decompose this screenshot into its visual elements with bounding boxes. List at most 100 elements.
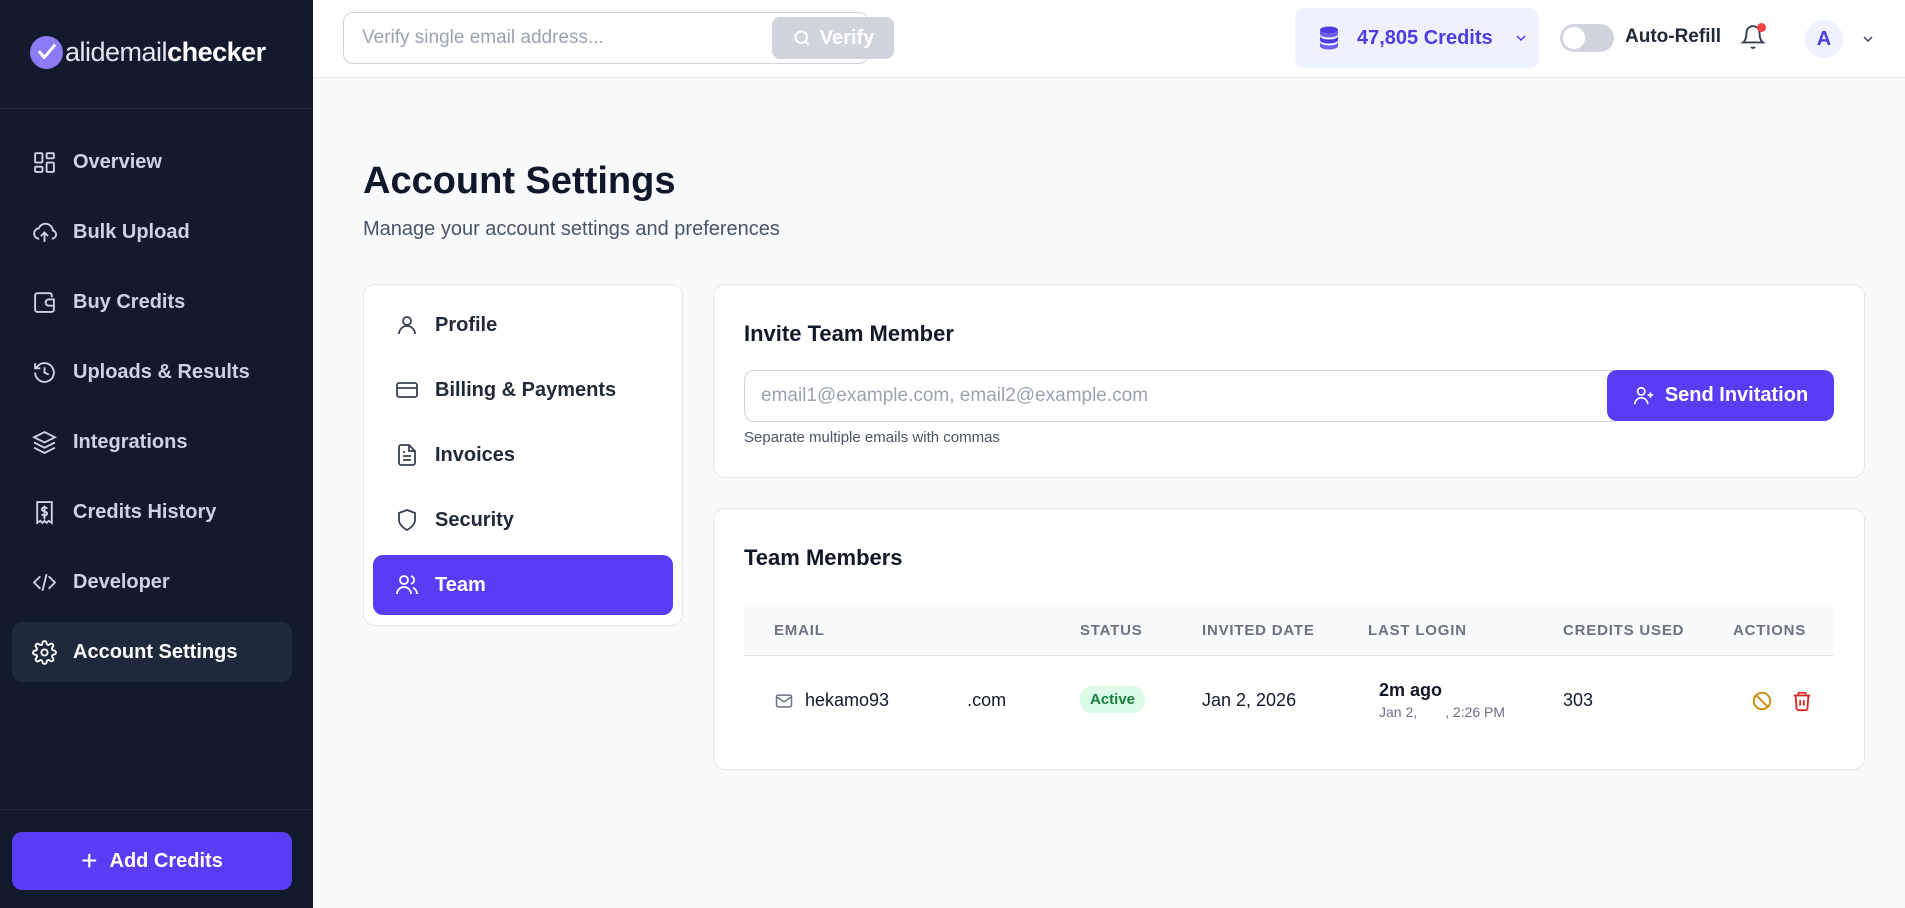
notifications-button[interactable] (1740, 23, 1768, 52)
sidebar-divider (0, 108, 313, 109)
verify-email-form: Verify (343, 12, 894, 64)
avatar[interactable]: A (1805, 20, 1843, 58)
search-icon (794, 30, 810, 46)
send-invitation-label: Send Invitation (1664, 384, 1809, 406)
layers-icon (32, 430, 57, 454)
history-icon (34, 361, 55, 383)
last-login-detail-b: , 2:26 PM (1445, 704, 1506, 720)
chevron-down-icon (1516, 35, 1526, 42)
column-header-last-login: LAST LOGIN (1368, 622, 1467, 639)
credits-dropdown[interactable]: 47,805 Credits (1295, 8, 1539, 68)
sidebar-item-bulk-upload[interactable]: Bulk Upload (12, 202, 292, 262)
verify-email-input[interactable] (344, 13, 734, 63)
user-plus-icon (1633, 386, 1653, 404)
sidebar-item-account-settings[interactable]: Account Settings (12, 622, 292, 682)
document-icon (398, 444, 416, 466)
settings-tab-billing[interactable]: Billing & Payments (373, 360, 673, 420)
users-icon (396, 575, 418, 595)
auto-refill-toggle[interactable] (1560, 24, 1614, 52)
sidebar-item-label: Bulk Upload (73, 220, 190, 243)
verify-label: Verify (819, 26, 875, 49)
add-credits-label: Add Credits (109, 849, 223, 872)
member-credits-used: 303 (1563, 690, 1594, 710)
gear-icon (32, 639, 57, 665)
settings-tab-label: Billing & Payments (435, 378, 617, 401)
verify-button[interactable]: Verify (772, 17, 894, 59)
last-login-detail-a: Jan 2, (1379, 704, 1418, 720)
sidebar-item-uploads-results[interactable]: Uploads & Results (12, 342, 292, 402)
member-actions (1751, 690, 1831, 712)
code-icon (32, 573, 57, 591)
logo-check-icon (30, 35, 63, 69)
settings-tab-label: Profile (435, 313, 498, 336)
brand-logo[interactable]: alidemail checker (30, 34, 266, 70)
sidebar-item-label: Uploads & Results (73, 360, 250, 383)
sidebar-divider-bottom (0, 809, 313, 810)
mail-icon (775, 693, 793, 708)
member-email: hekamo93 (805, 690, 890, 710)
member-last-login: 2m ago (1379, 680, 1443, 700)
user-icon (398, 316, 416, 335)
sidebar-item-label: Buy Credits (73, 290, 186, 313)
credit-card-icon (396, 382, 418, 398)
plus-icon: + (81, 845, 98, 876)
coins-icon (1320, 26, 1338, 50)
auto-refill-label: Auto-Refill (1625, 26, 1722, 47)
sidebar: alidemail checker Overview Bulk Upload Bu… (0, 0, 313, 908)
invite-card-title: Invite Team Member (744, 321, 954, 346)
sidebar-item-buy-credits[interactable]: Buy Credits (12, 272, 292, 332)
credits-balance: 47,805 Credits (1357, 26, 1493, 49)
sidebar-item-label: Overview (73, 150, 162, 173)
settings-tab-profile[interactable]: Profile (373, 295, 673, 355)
status-badge: Active (1080, 686, 1146, 713)
member-email-cell: hekamo93 .com (774, 690, 1006, 711)
sidebar-item-integrations[interactable]: Integrations (12, 412, 292, 472)
column-header-email: EMAIL (774, 622, 825, 639)
toggle-knob (1563, 27, 1585, 49)
sidebar-item-label: Credits History (73, 500, 217, 523)
sidebar-item-label: Integrations (73, 430, 188, 453)
settings-tab-label: Invoices (435, 443, 516, 466)
settings-nav: Profile Billing & Payments Invoices Secu… (363, 284, 683, 626)
team-card-title: Team Members (744, 545, 903, 570)
trash-icon[interactable] (1791, 690, 1813, 712)
sidebar-item-label: Account Settings (73, 640, 238, 663)
team-members-table: EMAIL STATUS INVITED DATE LAST LOGIN CRE… (744, 604, 1834, 744)
sidebar-item-developer[interactable]: Developer (12, 552, 292, 612)
column-header-invited-date: INVITED DATE (1202, 622, 1315, 639)
column-header-actions: ACTIONS (1733, 622, 1807, 639)
logo-text-bold: checker (167, 36, 266, 67)
sidebar-item-label: Developer (73, 570, 170, 593)
block-icon[interactable] (1751, 690, 1773, 712)
chevron-down-icon[interactable] (1860, 31, 1876, 47)
grid-icon (34, 151, 55, 173)
send-invitation-button[interactable]: Send Invitation (1607, 370, 1834, 421)
page-title: Account Settings (363, 160, 676, 202)
invite-emails-input[interactable] (744, 370, 1622, 422)
sidebar-item-credits-history[interactable]: Credits History (12, 482, 292, 542)
team-members-card: Team Members EMAIL STATUS INVITED DATE L… (713, 508, 1865, 770)
sidebar-item-overview[interactable]: Overview (12, 132, 292, 192)
settings-tab-team[interactable]: Team (373, 555, 673, 615)
add-credits-button[interactable]: + Add Credits (12, 832, 292, 890)
page-subtitle: Manage your account settings and prefere… (363, 218, 780, 240)
settings-tab-invoices[interactable]: Invoices (373, 425, 673, 485)
settings-tab-label: Team (435, 573, 486, 596)
member-invited-date: Jan 2, 2026 (1202, 690, 1297, 710)
cloud-upload-icon (33, 222, 57, 242)
settings-tab-security[interactable]: Security (373, 490, 673, 550)
notification-dot (1757, 23, 1766, 32)
invite-team-member-card: Invite Team Member Send Invitation Separ… (713, 284, 1865, 478)
column-header-credits-used: CREDITS USED (1563, 622, 1685, 639)
settings-tab-label: Security (435, 508, 514, 531)
column-header-status: STATUS (1080, 622, 1143, 639)
logo-text-light: alidemail (65, 36, 168, 67)
receipt-dollar-icon (36, 500, 53, 525)
invite-hint: Separate multiple emails with commas (744, 429, 1000, 446)
wallet-icon (34, 291, 55, 313)
top-bar: Verify 47,805 Credits Auto-Refill A (313, 0, 1905, 78)
table-row: hekamo93 .com Active Jan 2, 2026 2m ago J… (744, 656, 1834, 744)
shield-icon (398, 509, 416, 532)
member-email-domain: .com (967, 690, 1007, 710)
member-last-login-detail: Jan 2, , 2:26 PM (1379, 704, 1505, 720)
